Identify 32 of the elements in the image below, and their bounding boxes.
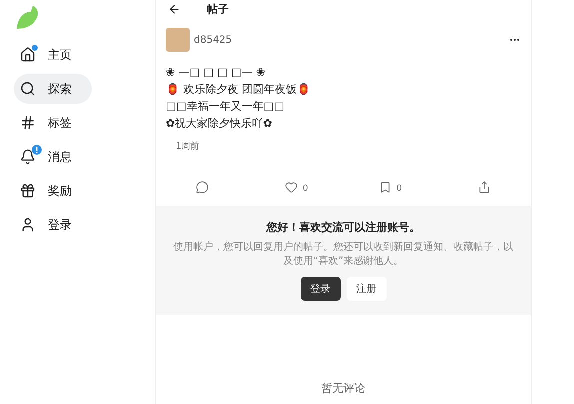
post-text-line: ✿祝大家除夕快乐吖✿ bbox=[166, 116, 274, 132]
speech-bubble-icon bbox=[196, 181, 210, 194]
share-icon bbox=[478, 181, 491, 194]
bookmark-button[interactable]: 0 bbox=[378, 181, 402, 194]
post-time: 1周前 bbox=[176, 140, 201, 153]
page-title: 帖子 bbox=[207, 2, 229, 16]
prompt-text: 使用帐户，您可以回复用户的帖子。您还可以收到新回复通知、收藏帖子，以及使用“喜欢”来感谢他人。 bbox=[172, 241, 514, 269]
bookmark-icon bbox=[378, 181, 392, 194]
hash-icon bbox=[20, 115, 36, 131]
empty-comments-text: 暂无评论 bbox=[320, 381, 366, 396]
avatar-placeholder bbox=[166, 28, 190, 52]
register-button[interactable]: 注册 bbox=[346, 277, 386, 301]
comment-button[interactable] bbox=[196, 181, 210, 194]
prompt-title: 您好！喜欢交流可以注册账号。 bbox=[266, 220, 420, 235]
alert-badge-icon bbox=[32, 145, 42, 155]
share-button[interactable] bbox=[478, 181, 491, 194]
user-icon bbox=[20, 217, 36, 233]
sidebar-item[interactable]: 探索 bbox=[14, 74, 92, 104]
post-text-line: ❀ —□ □ □ □— ❀ bbox=[166, 65, 266, 81]
login-button[interactable]: 登录 bbox=[300, 277, 340, 301]
gift-icon bbox=[20, 183, 36, 199]
notification-dot bbox=[32, 45, 38, 51]
post-text-line: □□幸福一年又一年□□ bbox=[166, 99, 286, 115]
search-icon bbox=[20, 81, 36, 97]
back-icon[interactable] bbox=[168, 2, 181, 16]
post-text-line: 🏮 欢乐除夕夜 团圆年夜饭🏮 bbox=[166, 82, 312, 98]
like-button[interactable]: 0 bbox=[285, 181, 308, 194]
bird-logo bbox=[14, 4, 40, 30]
bell-icon bbox=[20, 149, 36, 165]
author-name: d85425 bbox=[194, 34, 234, 46]
home-icon bbox=[20, 47, 36, 63]
heart-icon bbox=[285, 181, 298, 194]
